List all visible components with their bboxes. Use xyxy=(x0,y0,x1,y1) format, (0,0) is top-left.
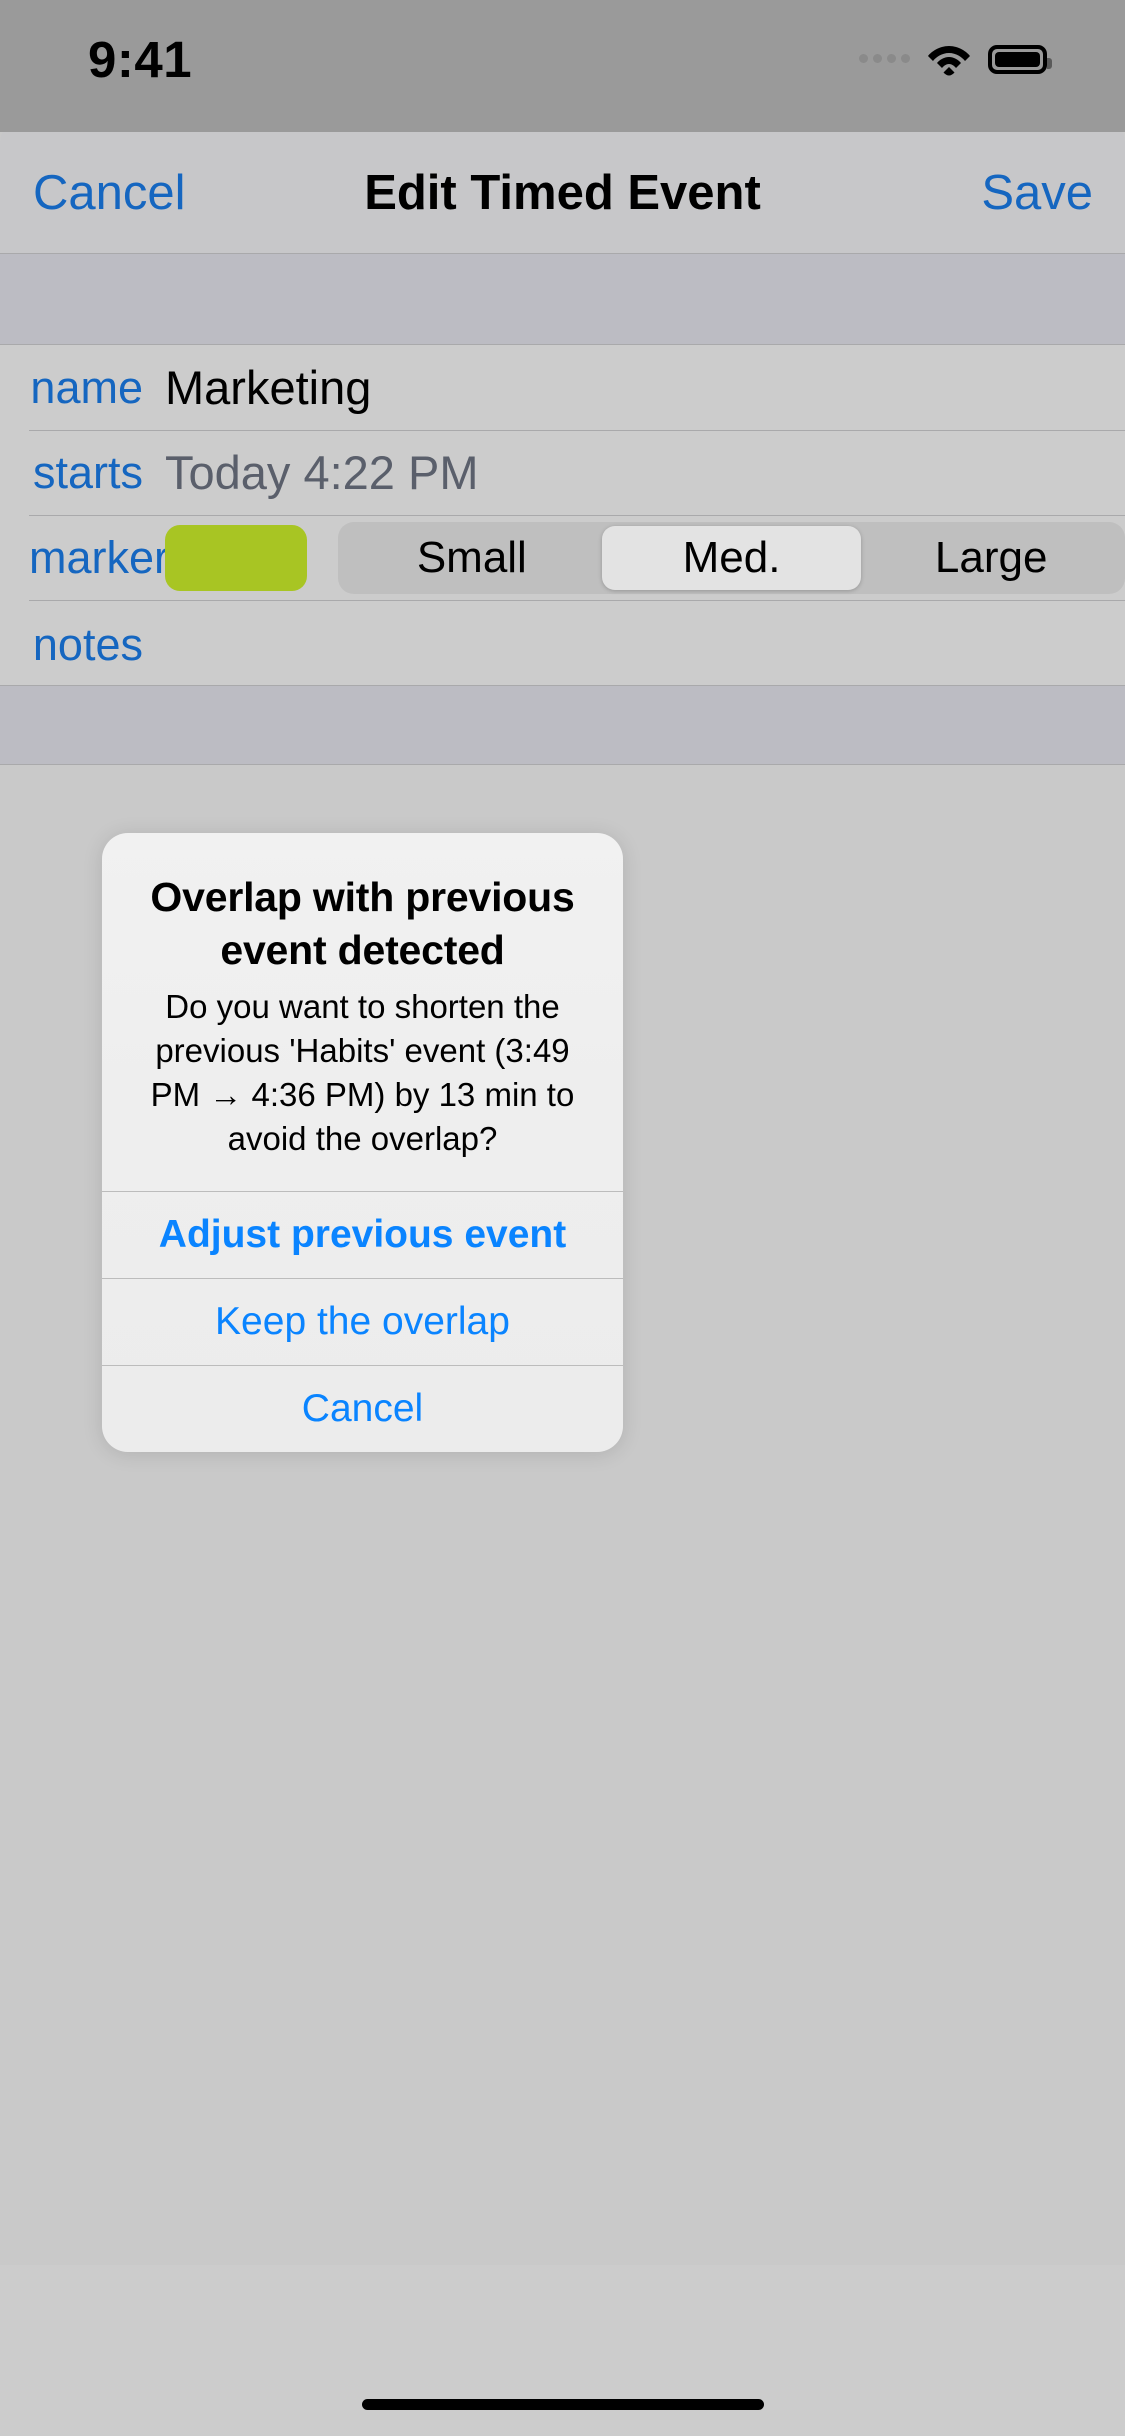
alert-button-adjust-previous-event[interactable]: Adjust previous event xyxy=(102,1191,623,1278)
phone-screen: 9:41 Cancel Edit Timed Event Save name M… xyxy=(0,0,1125,2436)
alert-button-cancel[interactable]: Cancel xyxy=(102,1365,623,1452)
home-indicator[interactable] xyxy=(361,2399,764,2410)
alert-content: Overlap with previous event detected Do … xyxy=(102,833,623,1191)
overlap-alert-dialog: Overlap with previous event detected Do … xyxy=(102,833,623,1452)
alert-message: Do you want to shorten the previous 'Hab… xyxy=(150,988,575,1157)
alert-title: Overlap with previous event detected xyxy=(150,874,575,973)
alert-button-keep-the-overlap[interactable]: Keep the overlap xyxy=(102,1278,623,1365)
